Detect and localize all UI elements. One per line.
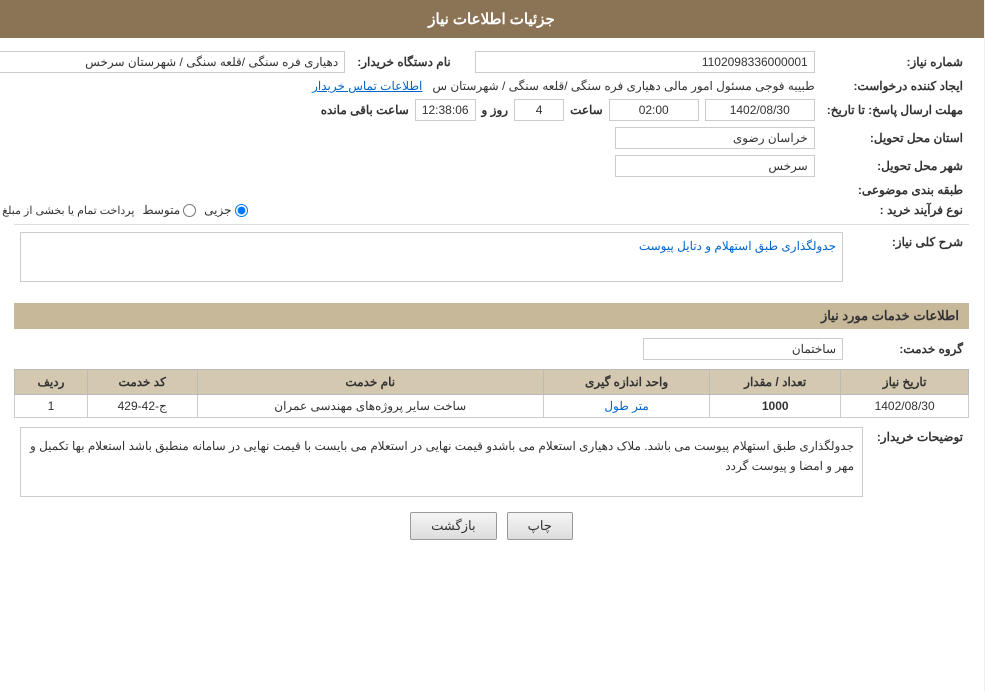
back-button[interactable]: بازگشت — [411, 512, 497, 540]
separator1 — [15, 224, 970, 225]
th-unit: واحد اندازه گیری — [544, 370, 710, 395]
buyer-org-box: دهیاری فره سنگی /قلعه سنگی / شهرستان سرخ… — [0, 51, 346, 73]
purchase-jozvi-radio[interactable] — [236, 204, 249, 217]
category-label: طبقه بندی موضوعی: — [822, 180, 970, 200]
print-button[interactable]: چاپ — [508, 512, 574, 540]
td-service-name: ساخت سایر پروژه‌های مهندسی عمران — [198, 395, 544, 418]
td-unit: متر طول — [544, 395, 710, 418]
city-label: شهر محل تحویل: — [822, 152, 970, 180]
buyer-org-value: دهیاری فره سنگی /قلعه سنگی / شهرستان سرخ… — [0, 48, 352, 76]
th-date: تاریخ نیاز — [842, 370, 970, 395]
buyer-desc-text: جدولگذاری طبق استهلام پیوست می باشد. ملا… — [31, 439, 855, 473]
remaining-time-value: 12:38:06 — [416, 99, 477, 121]
purchase-type-row: پرداخت تمام یا بخشی از مبلغ خریداز محل "… — [0, 200, 822, 220]
need-number-label: شماره نیاز: — [822, 48, 970, 76]
description-label: شرح کلی نیاز: — [850, 229, 970, 295]
need-number-value: 1102098336000001 — [470, 48, 822, 76]
creator-value: طبیبه فوجی مسئول امور مالی دهیاری فره سن… — [0, 76, 822, 96]
time-label: ساعت — [571, 103, 604, 117]
contact-link[interactable]: اطلاعات تماس خریدار — [313, 79, 423, 93]
service-group-table: گروه خدمت: ساختمان — [15, 335, 970, 363]
province-value: خراسان رضوی — [0, 124, 822, 152]
services-section-title: اطلاعات خدمات مورد نیاز — [15, 303, 970, 329]
creator-label: ایجاد کننده درخواست: — [822, 76, 970, 96]
info-table-main: شماره نیاز: 1102098336000001 نام دستگاه … — [0, 48, 970, 220]
services-table-wrapper: تاریخ نیاز تعداد / مقدار واحد اندازه گیر… — [15, 369, 970, 418]
city-box: سرخس — [616, 155, 816, 177]
response-deadline-label: مهلت ارسال پاسخ: تا تاریخ: — [822, 96, 970, 124]
purchase-note-text: پرداخت تمام یا بخشی از مبلغ خریداز محل "… — [0, 204, 135, 217]
response-date-value: 1402/08/30 — [706, 99, 816, 121]
buyer-org-label: نام دستگاه خریدار: — [352, 48, 458, 76]
days-value: 4 — [515, 99, 565, 121]
description-cell: جدولگذاری طبق استهلام و دتایل پیوست — [15, 229, 850, 295]
purchase-mottasat-radio[interactable] — [184, 204, 197, 217]
th-quantity: تعداد / مقدار — [711, 370, 842, 395]
description-table: شرح کلی نیاز: جدولگذاری طبق استهلام و دت… — [15, 229, 970, 295]
need-number-box: 1102098336000001 — [476, 51, 816, 73]
service-group-value: ساختمان — [15, 335, 850, 363]
days-label: روز و — [483, 103, 510, 117]
th-row-num: ردیف — [16, 370, 89, 395]
service-group-box: ساختمان — [644, 338, 844, 360]
province-box: خراسان رضوی — [616, 127, 816, 149]
purchase-mottasat-item: متوسط — [143, 203, 197, 217]
buyer-desc-label: توضیحات خریدار: — [870, 424, 970, 500]
td-service-code: ج-42-429 — [88, 395, 198, 418]
table-row: 1402/08/30 1000 متر طول ساخت سایر پروژه‌… — [16, 395, 970, 418]
td-quantity: 1000 — [711, 395, 842, 418]
response-deadline-row: ساعت باقی مانده 12:38:06 روز و 4 ساعت 02… — [0, 96, 822, 124]
services-table: تاریخ نیاز تعداد / مقدار واحد اندازه گیر… — [15, 369, 970, 418]
page-container: جزئیات اطلاعات نیاز شماره نیاز: 11020983… — [0, 0, 985, 691]
buyer-desc-box: جدولگذاری طبق استهلام پیوست می باشد. ملا… — [21, 427, 864, 497]
page-title: جزئیات اطلاعات نیاز — [429, 11, 556, 28]
td-row-num: 1 — [16, 395, 89, 418]
category-row: کالا/خدمت خدمت کالا — [0, 180, 822, 200]
buttons-row: چاپ بازگشت — [15, 512, 970, 540]
service-group-label: گروه خدمت: — [850, 335, 970, 363]
buyer-desc-table: توضیحات خریدار: جدولگذاری طبق استهلام پی… — [15, 424, 970, 500]
page-header: جزئیات اطلاعات نیاز — [0, 0, 985, 38]
purchase-jozvi-item: جزیی — [205, 203, 248, 217]
purchase-mottasat-label: متوسط — [143, 203, 181, 217]
purchase-type-label: نوع فرآیند خرید : — [822, 200, 970, 220]
description-text: جدولگذاری طبق استهلام و دتایل پیوست — [640, 239, 837, 253]
purchase-jozvi-label: جزیی — [205, 203, 232, 217]
th-service-name: نام خدمت — [198, 370, 544, 395]
remaining-time-label: ساعت باقی مانده — [322, 103, 410, 117]
response-time-value: 02:00 — [610, 99, 700, 121]
creator-text: طبیبه فوجی مسئول امور مالی دهیاری فره سن… — [433, 79, 815, 93]
description-box: جدولگذاری طبق استهلام و دتایل پیوست — [21, 232, 844, 282]
province-label: استان محل تحویل: — [822, 124, 970, 152]
td-date: 1402/08/30 — [842, 395, 970, 418]
main-content: شماره نیاز: 1102098336000001 نام دستگاه … — [0, 38, 985, 562]
th-service-code: کد خدمت — [88, 370, 198, 395]
city-value: سرخس — [0, 152, 822, 180]
buyer-desc-cell: جدولگذاری طبق استهلام پیوست می باشد. ملا… — [15, 424, 870, 500]
